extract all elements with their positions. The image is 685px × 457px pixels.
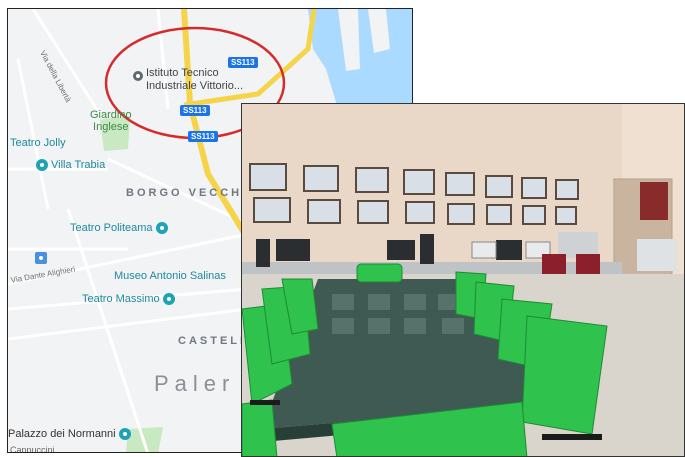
road-badge: SS113: [180, 105, 210, 116]
theater-icon: [162, 293, 175, 305]
pin-label-line2: Industriale Vittorio...: [146, 80, 244, 92]
map-label-villa-trabia[interactable]: Villa Trabia: [36, 159, 105, 171]
landmark-icon: [118, 428, 131, 440]
pin-label[interactable]: Istituto Tecnico Industriale Vittorio...: [146, 67, 243, 93]
collage: SS113 SS113 SS113 Istituto Tecnico Indus…: [0, 0, 685, 457]
map-label-teatro-massimo[interactable]: Teatro Massimo: [82, 293, 175, 305]
road-badge: SS113: [188, 131, 218, 142]
map-label-giardino: Giardino Inglese: [90, 109, 132, 133]
map-label-teatro-jolly[interactable]: Teatro Jolly: [10, 137, 66, 149]
map-label-teatro-politeama[interactable]: Teatro Politeama: [70, 222, 168, 234]
map-label-cappuccini: Cappuccini: [10, 445, 55, 453]
meeting-room-photo: [241, 103, 685, 457]
transit-icon: [35, 252, 47, 264]
meeting-room-illustration: [242, 104, 684, 456]
theater-icon: [155, 222, 168, 234]
map-label-museo[interactable]: Museo Antonio Salinas: [114, 270, 226, 282]
map-label-palermo: Paler: [154, 371, 236, 396]
pin-label-line1: Istituto Tecnico: [146, 67, 219, 79]
map-label-borgo-vecchio: BORGO VECCHI: [126, 187, 249, 199]
park-icon: [36, 159, 48, 171]
map-label-castellammare: CASTELL: [178, 335, 250, 347]
map-label-palazzo[interactable]: Palazzo dei Normanni: [8, 428, 131, 440]
